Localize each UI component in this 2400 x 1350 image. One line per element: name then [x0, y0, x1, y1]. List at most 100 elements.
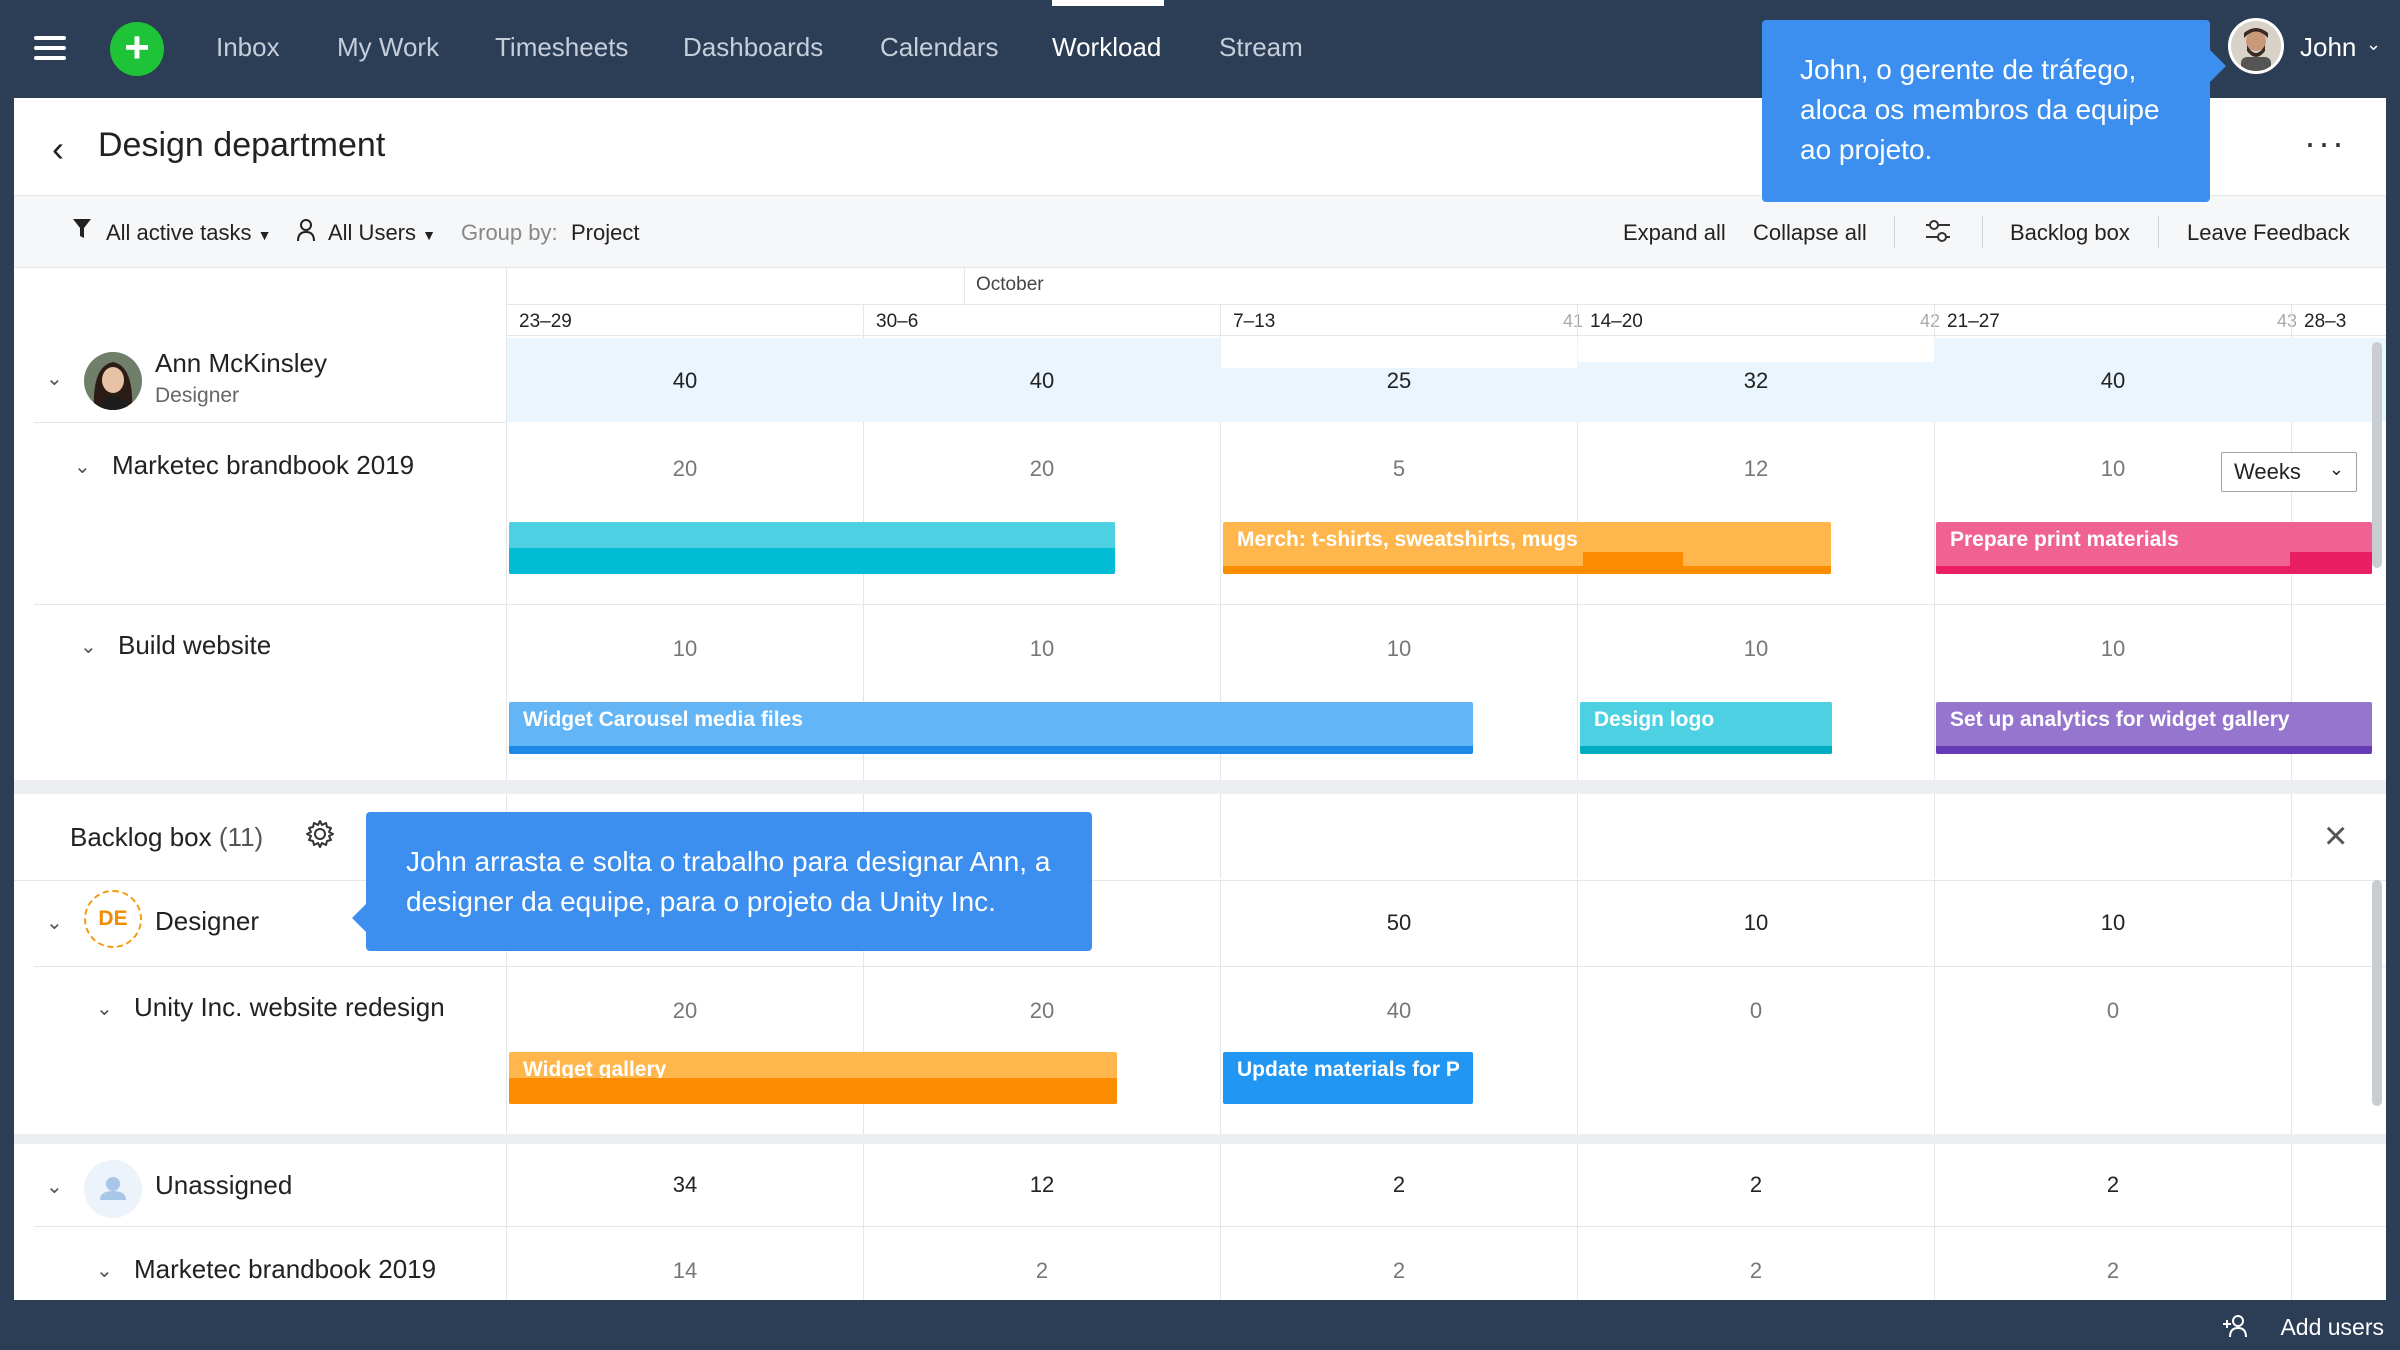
project-hours: 20	[672, 998, 698, 1023]
row-divider	[34, 604, 2386, 605]
week-label: 7–13	[1233, 311, 1276, 332]
project-hours: 2	[2106, 1258, 2120, 1283]
chevron-down-icon[interactable]: ⌄	[74, 454, 91, 479]
month-label: October	[976, 274, 1044, 295]
chevron-down-icon[interactable]: ⌄	[46, 1174, 63, 1199]
scale-value: Weeks	[2234, 459, 2301, 484]
task-bar-progress	[1223, 566, 1831, 574]
project-hours: 20	[1029, 998, 1055, 1023]
collapse-all-button[interactable]: Collapse all	[1753, 220, 1867, 246]
task-label: Design logo	[1594, 708, 1715, 731]
leave-feedback-button[interactable]: Leave Feedback	[2187, 220, 2350, 246]
weekly-total: 40	[1029, 368, 1055, 393]
nav-calendars[interactable]: Calendars	[880, 32, 999, 63]
week-label: 21–27	[1947, 311, 2000, 332]
weekly-total: 10	[1743, 910, 1769, 935]
project-name: Unity Inc. website redesign	[134, 992, 445, 1022]
workload-panel: ‹ Design department ··· All active tasks…	[14, 98, 2386, 1300]
task-label: Widget Carousel media files	[523, 708, 803, 731]
section-divider	[14, 1134, 2386, 1144]
week-number: 42	[1920, 311, 1941, 331]
project-hours: 10	[1743, 636, 1769, 661]
row-divider	[34, 1226, 2386, 1227]
section-divider	[14, 780, 2386, 794]
project-hours: 20	[672, 456, 698, 481]
task-bar-update-materials[interactable]: Update materials for P	[1223, 1052, 1473, 1104]
task-bar-design-logo[interactable]: Design logo	[1580, 702, 1832, 754]
nav-timesheets[interactable]: Timesheets	[495, 32, 628, 63]
create-button[interactable]: +	[110, 22, 164, 76]
task-bar-overlap	[2290, 552, 2372, 574]
backlog-title: Backlog box (11)	[70, 822, 263, 853]
nav-workload[interactable]: Workload	[1052, 32, 1161, 63]
task-bar-widget-gallery[interactable]: Widget gallery	[509, 1052, 1117, 1104]
project-hours: 2	[1035, 1258, 1049, 1283]
project-hours: 2	[1749, 1258, 1763, 1283]
nav-dashboards[interactable]: Dashboards	[683, 32, 823, 63]
capacity-gap	[1221, 338, 1577, 368]
weekly-total: 25	[1386, 368, 1412, 393]
project-hours: 0	[2106, 998, 2120, 1023]
task-label: Set up analytics for widget gallery	[1950, 708, 2290, 731]
project-hours: 10	[1386, 636, 1412, 661]
task-bar-widget-carousel[interactable]: Widget Carousel media files	[509, 702, 1473, 754]
filter-label: All active tasks	[106, 220, 252, 245]
weekly-total: 50	[1386, 910, 1412, 935]
chevron-down-icon[interactable]: ⌄	[46, 366, 63, 391]
chevron-down-icon[interactable]: ⌄	[96, 1258, 113, 1283]
filter-dropdown[interactable]: All active tasks ▼	[106, 220, 271, 246]
project-hours: 10	[2100, 636, 2126, 661]
add-users-button[interactable]: Add users	[2280, 1314, 2384, 1341]
group-by-label: Group by:	[461, 220, 558, 245]
close-icon[interactable]: ×	[2324, 814, 2347, 859]
scrollbar[interactable]	[2372, 342, 2382, 568]
more-icon[interactable]: ···	[2304, 122, 2346, 164]
expand-all-button[interactable]: Expand all	[1623, 220, 1726, 246]
role-badge: DE	[84, 890, 142, 948]
column-divider	[1220, 880, 1221, 1300]
capacity-gap	[1578, 338, 1934, 362]
project-hours: 10	[672, 636, 698, 661]
week-label: 28–3	[2304, 311, 2347, 332]
task-bar-print[interactable]: Prepare print materials	[1936, 522, 2372, 574]
person-role: Designer	[155, 384, 240, 407]
avatar	[2228, 18, 2284, 74]
scale-select[interactable]: Weeks ⌄	[2221, 452, 2357, 492]
nav-inbox[interactable]: Inbox	[216, 32, 280, 63]
task-bar-progress	[1936, 746, 2372, 754]
row-divider	[34, 966, 2386, 967]
chevron-down-icon[interactable]: ⌄	[96, 996, 113, 1021]
back-icon[interactable]: ‹	[52, 128, 64, 170]
weekly-total: 2	[1392, 1172, 1406, 1197]
backlog-title-label: Backlog box	[70, 822, 212, 852]
scrollbar[interactable]	[2372, 880, 2382, 1106]
nav-my-work[interactable]: My Work	[337, 32, 439, 63]
chevron-down-icon[interactable]: ⌄	[80, 634, 97, 659]
nav-stream[interactable]: Stream	[1219, 32, 1303, 63]
weekly-total: 32	[1743, 368, 1769, 393]
project-hours: 20	[1029, 456, 1055, 481]
backlog-box-button[interactable]: Backlog box	[2010, 220, 2130, 246]
group-by-select[interactable]: Project	[571, 220, 639, 246]
chevron-down-icon[interactable]: ⌄	[46, 910, 63, 935]
role-name: Designer	[155, 906, 260, 936]
task-label: Update materials for P	[1237, 1058, 1460, 1081]
add-user-icon[interactable]	[2222, 1314, 2250, 1344]
task-bar-merch[interactable]: Merch: t-shirts, sweatshirts, mugs	[1223, 522, 1831, 574]
users-dropdown[interactable]: All Users ▼	[328, 220, 436, 246]
unassigned-label: Unassigned	[155, 1170, 293, 1200]
sliders-icon[interactable]	[1924, 218, 1952, 250]
task-label: Prepare print materials	[1950, 528, 2179, 551]
menu-icon[interactable]	[34, 36, 66, 60]
toolbar: All active tasks ▼ All Users ▼ Group by:…	[14, 196, 2386, 268]
gear-icon[interactable]	[304, 818, 336, 855]
divider	[1982, 216, 1983, 248]
project-name: Build website	[118, 630, 272, 660]
user-name: John	[2300, 32, 2357, 62]
weekly-total: 40	[672, 368, 698, 393]
task-bar-analytics[interactable]: Set up analytics for widget gallery	[1936, 702, 2372, 754]
project-name: Marketec brandbook 2019	[112, 450, 415, 480]
task-bar-progress	[1580, 746, 1832, 754]
task-bar[interactable]	[509, 522, 1115, 574]
divider	[2158, 216, 2159, 248]
